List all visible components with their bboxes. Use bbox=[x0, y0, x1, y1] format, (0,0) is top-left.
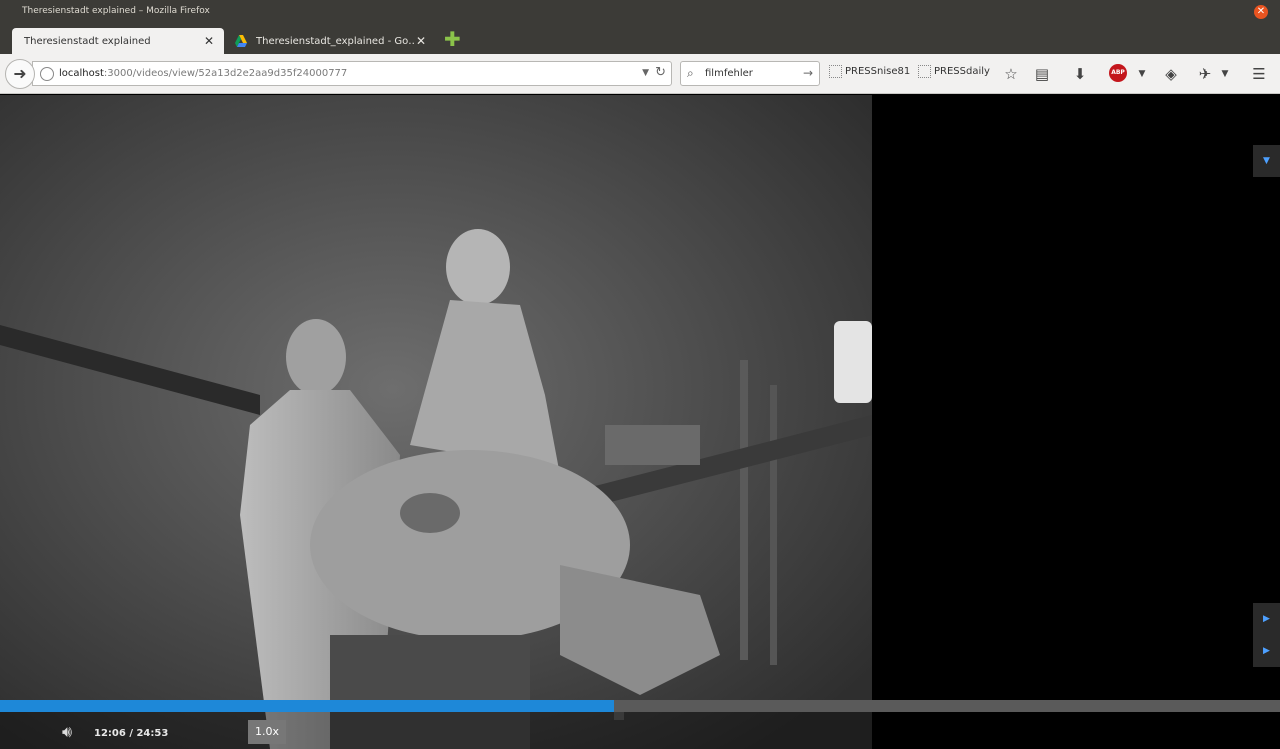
extension-icon[interactable]: ✈ bbox=[1194, 63, 1216, 85]
seek-bar-fill bbox=[0, 700, 614, 712]
pocket-icon[interactable]: ◈ bbox=[1160, 63, 1182, 85]
search-go-icon[interactable]: → bbox=[803, 66, 813, 80]
chevron-down-icon[interactable]: ▼ bbox=[642, 68, 649, 78]
video-still-image bbox=[0, 95, 872, 749]
bookmark-label: PRESSdaily bbox=[934, 66, 990, 77]
extension-menu-chevron-icon[interactable]: ▼ bbox=[1214, 63, 1236, 85]
chevron-right-icon[interactable]: ▶ bbox=[1253, 635, 1280, 667]
back-button[interactable]: ➜ bbox=[5, 59, 35, 89]
download-icon[interactable]: ⬇ bbox=[1069, 63, 1091, 85]
player-controls: 🔊︎ 12:06 / 24:53 1.0x bbox=[0, 712, 1280, 749]
adblock-icon[interactable]: ABP bbox=[1109, 64, 1127, 82]
globe-icon bbox=[40, 67, 54, 81]
url-host: localhost bbox=[59, 68, 104, 79]
bookmark-pressdaily[interactable]: PRESSdaily bbox=[918, 65, 990, 78]
bookmark-label: PRESSnise81 bbox=[845, 66, 911, 77]
navigation-toolbar: localhost:3000/videos/view/52a13d2e2aa9d… bbox=[0, 54, 1280, 94]
reload-icon[interactable]: ↻ bbox=[655, 65, 666, 80]
close-icon[interactable]: ✕ bbox=[414, 34, 428, 48]
search-input[interactable]: filmfehler bbox=[705, 68, 753, 79]
url-bar[interactable]: localhost:3000/videos/view/52a13d2e2aa9d… bbox=[32, 61, 672, 86]
window-title: Theresienstadt explained – Mozilla Firef… bbox=[22, 6, 210, 16]
tab-strip: Theresienstadt explained ✕ Theresienstad… bbox=[0, 24, 1280, 54]
tab-label: Theresienstadt explained bbox=[24, 35, 151, 47]
star-icon[interactable]: ☆ bbox=[1000, 63, 1022, 85]
search-bar[interactable]: ⌕ filmfehler → bbox=[680, 61, 820, 86]
bookmark-pressnise81[interactable]: PRESSnise81 bbox=[829, 65, 910, 78]
search-icon: ⌕ bbox=[687, 66, 694, 80]
time-display: 12:06 / 24:53 bbox=[94, 728, 169, 739]
clipboard-icon[interactable]: ▤ bbox=[1031, 63, 1053, 85]
bookmark-icon bbox=[829, 65, 842, 78]
back-arrow-icon: ➜ bbox=[13, 64, 27, 83]
adblock-menu-chevron-icon[interactable]: ▼ bbox=[1131, 63, 1153, 85]
chevron-right-icon[interactable]: ▶ bbox=[1253, 603, 1280, 635]
video-player[interactable]: ▼ ▶ ▶ bbox=[0, 95, 1280, 749]
window-close-button[interactable]: ✕ bbox=[1254, 5, 1268, 19]
new-tab-icon[interactable]: ✚ bbox=[444, 29, 462, 49]
video-frame[interactable] bbox=[0, 95, 872, 749]
chevron-down-icon[interactable]: ▼ bbox=[1253, 145, 1280, 177]
tab-google-drive[interactable]: Theresienstadt_explained - Go… ✕ bbox=[226, 28, 436, 54]
url-text: localhost:3000/videos/view/52a13d2e2aa9d… bbox=[59, 68, 347, 79]
volume-icon[interactable]: 🔊︎ bbox=[62, 723, 86, 741]
tab-label: Theresienstadt_explained - Go… bbox=[256, 35, 414, 47]
hamburger-menu-icon[interactable]: ☰ bbox=[1248, 63, 1270, 85]
google-drive-icon bbox=[235, 35, 247, 47]
window-titlebar: Theresienstadt explained – Mozilla Firef… bbox=[0, 0, 1280, 24]
playback-speed-button[interactable]: 1.0x bbox=[248, 720, 286, 744]
seek-bar[interactable] bbox=[0, 700, 1280, 720]
url-path: :3000/videos/view/52a13d2e2aa9d35f240007… bbox=[103, 68, 348, 79]
bookmark-icon bbox=[918, 65, 931, 78]
close-icon[interactable]: ✕ bbox=[202, 34, 216, 48]
tab-theresienstadt-explained[interactable]: Theresienstadt explained ✕ bbox=[12, 28, 224, 54]
